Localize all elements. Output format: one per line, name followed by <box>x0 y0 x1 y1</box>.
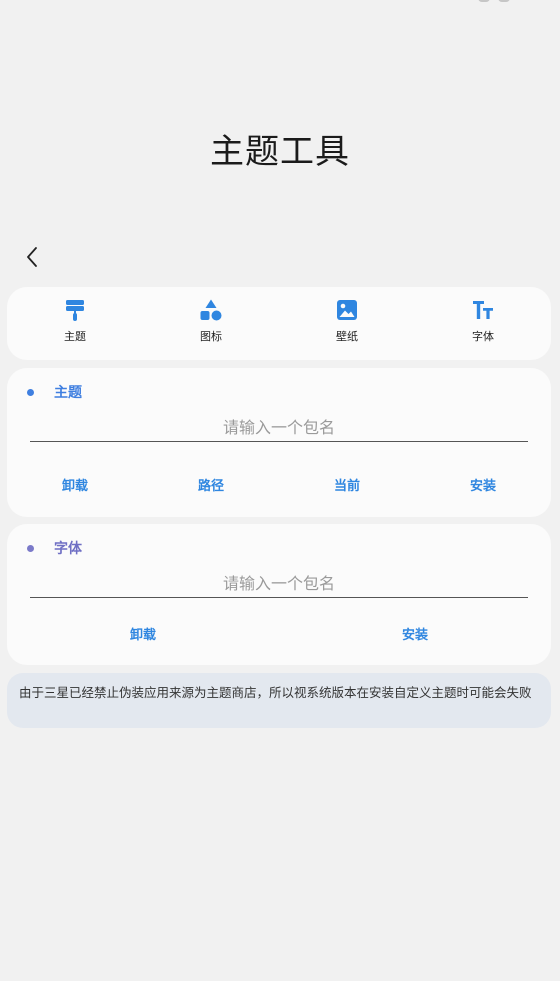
theme-current-button[interactable]: 当前 <box>279 475 415 499</box>
status-bar-icons <box>478 0 524 2</box>
tab-wallpaper-label: 壁纸 <box>336 330 358 343</box>
tab-theme[interactable]: 主题 <box>7 287 143 360</box>
shapes-icon <box>200 299 222 321</box>
tool-tab-bar: 主题 图标 壁纸 字体 <box>7 287 551 360</box>
font-install-button[interactable]: 安装 <box>279 624 551 648</box>
tab-icons-label: 图标 <box>200 330 222 343</box>
font-section-header: 字体 <box>27 538 82 558</box>
font-section-dot <box>27 544 34 552</box>
theme-uninstall-button[interactable]: 卸载 <box>7 475 143 499</box>
theme-section-dot <box>27 388 34 396</box>
font-package-field <box>30 570 528 598</box>
font-size-icon <box>473 301 493 319</box>
theme-section-title: 主题 <box>54 385 82 401</box>
theme-package-input[interactable] <box>30 414 528 441</box>
install-warning-notice: 由于三星已经禁止伪装应用来源为主题商店，所以视系统版本在安装自定义主题时可能会失… <box>7 673 551 728</box>
tab-wallpaper[interactable]: 壁纸 <box>279 287 415 360</box>
paint-roller-icon <box>66 300 84 321</box>
tab-icons[interactable]: 图标 <box>143 287 279 360</box>
image-icon <box>337 300 357 320</box>
font-uninstall-button[interactable]: 卸载 <box>7 624 279 648</box>
tab-font[interactable]: 字体 <box>415 287 551 360</box>
font-package-input[interactable] <box>30 570 528 597</box>
back-button[interactable] <box>18 244 46 270</box>
tab-font-label: 字体 <box>472 330 494 343</box>
theme-section-card: 主题 卸载 路径 当前 安装 <box>7 368 551 517</box>
tab-theme-label: 主题 <box>64 330 86 343</box>
font-section-card: 字体 卸载 安装 <box>7 524 551 665</box>
page-title: 主题工具 <box>210 132 350 172</box>
theme-section-header: 主题 <box>27 382 82 402</box>
font-section-title: 字体 <box>54 541 82 557</box>
theme-action-row: 卸载 路径 当前 安装 <box>7 475 551 499</box>
theme-tool-screen: 主题工具 主题 图标 壁纸 字体 主题 请输入一个包名 卸载 路径 当前 安装 … <box>0 0 560 981</box>
chevron-left-icon <box>27 247 37 267</box>
theme-package-field <box>30 414 528 442</box>
theme-path-button[interactable]: 路径 <box>143 475 279 499</box>
font-action-row: 卸载 安装 <box>7 624 551 648</box>
theme-install-button[interactable]: 安装 <box>415 475 551 499</box>
